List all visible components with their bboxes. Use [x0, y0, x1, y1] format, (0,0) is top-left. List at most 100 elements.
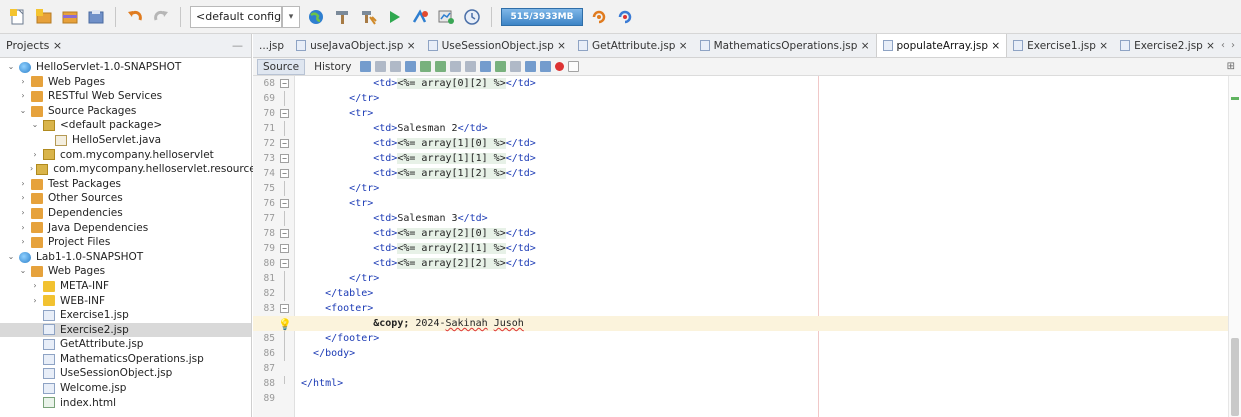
tree-expander-icon[interactable]: ⌄ [30, 118, 40, 133]
scroll-right-icon[interactable]: › [1231, 40, 1235, 51]
code-line[interactable]: 74− <td><%= array[1][2] %></td> [253, 166, 1228, 181]
redo-icon[interactable] [151, 7, 171, 27]
chevron-down-icon[interactable]: ▾ [282, 5, 300, 28]
tree-item[interactable]: ⌄ Source Packages [0, 104, 251, 119]
editor-tab[interactable]: Exercise2.jsp × [1114, 34, 1221, 57]
tree-item[interactable]: › META-INF [0, 279, 251, 294]
tree-expander-icon[interactable]: › [30, 148, 40, 163]
history-tab[interactable]: History [309, 60, 356, 74]
code-line[interactable]: 83− <footer> [253, 301, 1228, 316]
scroll-left-icon[interactable]: ‹ [1221, 40, 1225, 51]
tree-expander-icon[interactable]: ⌄ [6, 60, 16, 75]
hint-bulb-icon[interactable]: 💡 [278, 317, 292, 332]
tree-item[interactable]: › RESTful Web Services [0, 89, 251, 104]
code-line[interactable]: 89 [253, 391, 1228, 406]
code-line[interactable]: 71 <td>Salesman 2</td> [253, 121, 1228, 136]
fold-toggle-icon[interactable]: − [280, 79, 289, 88]
tree-item[interactable]: MathematicsOperations.jsp [0, 352, 251, 367]
undo-icon[interactable] [125, 7, 145, 27]
fold-toggle-icon[interactable]: − [280, 229, 289, 238]
editor-tab[interactable]: UseSessionObject.jsp × [422, 34, 572, 57]
tree-expander-icon[interactable]: › [18, 235, 28, 250]
tree-item[interactable]: ⌄ <default package> [0, 118, 251, 133]
record-macro-icon[interactable] [555, 62, 565, 71]
back-icon[interactable] [375, 61, 387, 72]
tree-item[interactable]: ⌄ HelloServlet-1.0-SNAPSHOT [0, 60, 251, 75]
tree-item[interactable]: GetAttribute.jsp [0, 337, 251, 352]
gc-icon[interactable] [589, 7, 609, 27]
config-select[interactable]: <default config> [190, 5, 282, 28]
tree-item[interactable]: ⌄ Web Pages [0, 264, 251, 279]
code-line[interactable]: 70− <tr> [253, 106, 1228, 121]
editor-tab[interactable]: GetAttribute.jsp × [572, 34, 694, 57]
editor-tab[interactable]: MathematicsOperations.jsp × [694, 34, 876, 57]
find-icon[interactable] [405, 61, 417, 72]
tree-expander-icon[interactable]: › [18, 206, 28, 221]
tree-item[interactable]: ⌄ Lab1-1.0-SNAPSHOT [0, 250, 251, 265]
code-line[interactable]: 85 </footer> [253, 331, 1228, 346]
tree-expander-icon[interactable]: › [30, 162, 33, 177]
tree-expander-icon[interactable]: › [18, 191, 28, 206]
tree-expander-icon[interactable]: › [18, 89, 28, 104]
code-line[interactable]: 86 </body> [253, 346, 1228, 361]
shift-right-icon[interactable] [540, 61, 552, 72]
find-next-icon[interactable] [435, 61, 447, 72]
prev-bookmark-icon[interactable] [480, 61, 492, 72]
code-line[interactable]: 68− <td><%= array[0][2] %></td> [253, 76, 1228, 91]
tree-item[interactable]: UseSessionObject.jsp [0, 366, 251, 381]
code-line[interactable]: 78− <td><%= array[2][0] %></td> [253, 226, 1228, 241]
tree-item[interactable]: index.html [0, 396, 251, 411]
code-line[interactable]: 69 </tr> [253, 91, 1228, 106]
code-line[interactable]: 75 </tr> [253, 181, 1228, 196]
tree-expander-icon[interactable]: › [30, 294, 40, 309]
code-line[interactable]: 81 </tr> [253, 271, 1228, 286]
code-line[interactable]: 82 </table> [253, 286, 1228, 301]
new-project-icon[interactable] [34, 7, 54, 27]
tree-item[interactable]: Exercise2.jsp [0, 322, 251, 338]
code-line[interactable]: 77 <td>Salesman 3</td> [253, 211, 1228, 226]
find-prev-icon[interactable] [420, 61, 432, 72]
tree-expander-icon[interactable]: › [18, 75, 28, 90]
tree-item[interactable]: › Java Dependencies [0, 221, 251, 236]
tree-expander-icon[interactable]: › [18, 177, 28, 192]
fold-toggle-icon[interactable]: − [280, 169, 289, 178]
tree-item[interactable]: › Other Sources [0, 191, 251, 206]
tree-item[interactable]: › com.mycompany.helloservlet [0, 148, 251, 163]
tree-item[interactable]: Exercise1.jsp [0, 308, 251, 323]
new-file-icon[interactable] [8, 7, 28, 27]
toggle-highlight-icon[interactable] [465, 61, 477, 72]
scrollbar-thumb[interactable] [1231, 338, 1239, 416]
tree-item[interactable]: › Test Packages [0, 177, 251, 192]
clean-build-icon[interactable] [358, 7, 378, 27]
code-line[interactable]: 76− <tr> [253, 196, 1228, 211]
editor-tab[interactable]: Exercise1.jsp × [1007, 34, 1114, 57]
forward-icon[interactable] [390, 61, 402, 72]
code-line[interactable]: 💡 &copy; 2024-Sakinah Jusoh [253, 316, 1228, 331]
gc2-icon[interactable] [615, 7, 635, 27]
tree-item[interactable]: › Web Pages [0, 75, 251, 90]
minimize-icon[interactable]: — [232, 39, 243, 52]
tree-expander-icon[interactable]: ⌄ [6, 250, 16, 265]
editor-tab[interactable]: populateArray.jsp × [875, 34, 1008, 57]
code-line[interactable]: 79− <td><%= array[2][1] %></td> [253, 241, 1228, 256]
hammer-icon[interactable] [332, 7, 352, 27]
tree-item[interactable]: › Project Files [0, 235, 251, 250]
globe-icon[interactable] [306, 7, 326, 27]
code-line[interactable]: 87 [253, 361, 1228, 376]
code-line[interactable]: 80− <td><%= array[2][2] %></td> [253, 256, 1228, 271]
code-area[interactable]: 68− <td><%= array[0][2] %></td> 69 </tr> 7… [253, 76, 1241, 417]
shift-left-icon[interactable] [525, 61, 537, 72]
fold-toggle-icon[interactable]: − [280, 109, 289, 118]
tree-expander-icon[interactable]: › [18, 221, 28, 236]
tree-expander-icon[interactable]: ⌄ [18, 264, 28, 279]
code-line[interactable]: 88 </html> [253, 376, 1228, 391]
run-icon[interactable] [384, 7, 404, 27]
projects-tab[interactable]: Projects × [6, 39, 62, 52]
fold-toggle-icon[interactable]: − [280, 304, 289, 313]
tree-item[interactable]: › WEB-INF [0, 294, 251, 309]
fold-toggle-icon[interactable]: − [280, 199, 289, 208]
editor-tab[interactable]: ...jsp [253, 34, 290, 57]
history-icon[interactable] [462, 7, 482, 27]
editor-tab[interactable]: useJavaObject.jsp × [290, 34, 422, 57]
toggle-bookmark-icon[interactable] [510, 61, 522, 72]
